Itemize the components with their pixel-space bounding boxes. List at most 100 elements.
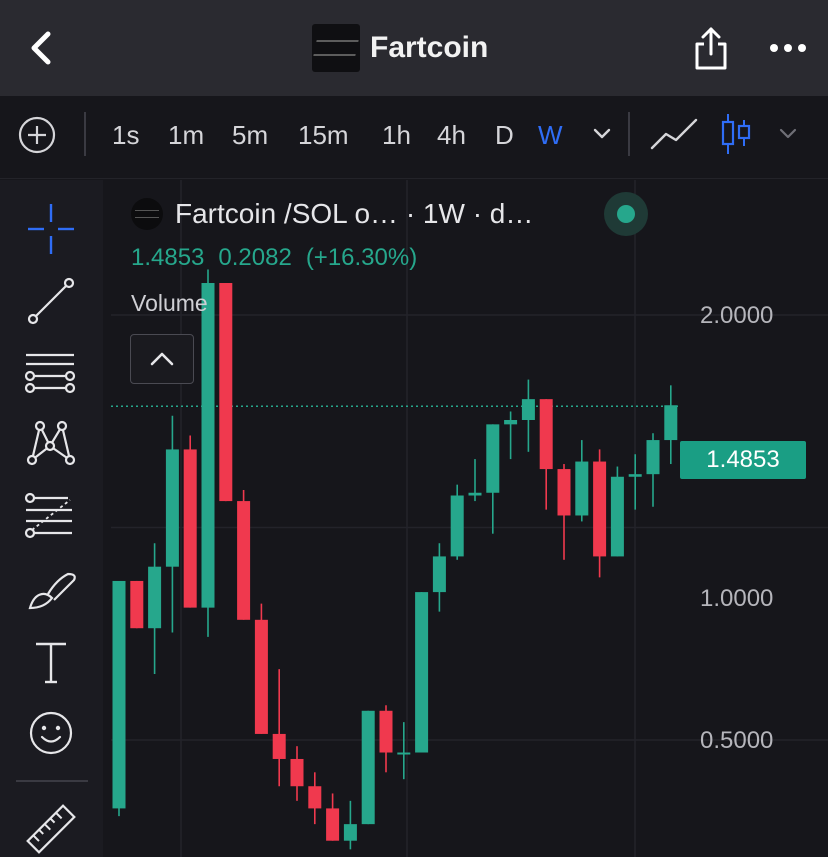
header-title-group: Fartcoin xyxy=(312,24,488,72)
last-close: 1.4853 xyxy=(131,244,205,271)
interval-15m[interactable]: 15m xyxy=(298,120,349,151)
interval-4h[interactable]: 4h xyxy=(437,120,466,151)
candle-body xyxy=(557,469,571,516)
y-axis-tick: 0.5000 xyxy=(700,727,774,754)
interval-1m[interactable]: 1m xyxy=(168,120,204,151)
last-price-tag: 1.4853 xyxy=(680,441,806,479)
candle-body xyxy=(379,710,393,753)
symbol-title: Fartcoin /SOL o… · 1W · d… xyxy=(175,198,534,229)
more-horizontal-icon xyxy=(770,44,806,52)
candle-body xyxy=(415,592,429,753)
add-indicator-icon xyxy=(18,116,56,154)
candle-body xyxy=(468,492,482,496)
chevron-down-icon xyxy=(779,128,797,139)
emoji-tool[interactable] xyxy=(24,706,78,760)
text-tool[interactable] xyxy=(24,636,78,690)
crosshair-icon xyxy=(28,204,74,254)
ruler-tool[interactable] xyxy=(24,802,78,856)
candle-body xyxy=(628,474,642,477)
candle-body xyxy=(432,556,446,593)
page-title: Fartcoin xyxy=(370,31,489,64)
tools-divider xyxy=(16,780,88,782)
chart-toolbar: 1s 1m 5m 15m 1h 4h D W xyxy=(0,96,828,179)
candle-body xyxy=(646,440,660,475)
crosshair-tool[interactable] xyxy=(24,202,78,256)
emoji-icon xyxy=(29,711,73,755)
y-axis-tick: 1.0000 xyxy=(700,585,774,612)
candle-body xyxy=(575,461,589,516)
horizontal-lines-icon xyxy=(24,353,76,394)
chevron-left-icon xyxy=(31,31,51,65)
price-change-readout: 1.4853 0.2082 (+16.30%) xyxy=(131,244,431,272)
drawing-tools-panel xyxy=(0,180,103,857)
symbol-logo xyxy=(131,198,163,230)
volume-indicator-label[interactable]: Volume xyxy=(131,290,208,317)
y-axis-tick: 2.0000 xyxy=(700,302,774,329)
interval-1h[interactable]: 1h xyxy=(382,120,411,151)
more-button[interactable] xyxy=(768,30,808,66)
fib-retracement-icon xyxy=(24,492,72,539)
interval-1s[interactable]: 1s xyxy=(112,120,139,151)
candle-body xyxy=(148,566,162,629)
toolbar-divider xyxy=(84,112,86,156)
candle-body xyxy=(361,710,375,825)
candles-icon xyxy=(721,114,751,154)
chevron-up-icon xyxy=(150,352,174,366)
candle-body xyxy=(397,752,411,755)
chart-type-line-button[interactable] xyxy=(650,116,698,152)
ruler-icon xyxy=(26,804,76,854)
candle-body xyxy=(272,733,286,759)
line-chart-icon xyxy=(650,118,698,150)
brush-icon xyxy=(28,572,76,610)
candle-body xyxy=(326,808,340,841)
candle-body xyxy=(201,283,215,608)
change-abs: 0.2082 xyxy=(218,244,292,271)
market-status-indicator[interactable] xyxy=(604,192,648,236)
candle-body xyxy=(254,619,268,734)
interval-menu-button[interactable] xyxy=(592,126,612,142)
candle-body xyxy=(486,424,500,493)
trend-line-icon xyxy=(27,277,75,325)
candle-body xyxy=(130,580,144,629)
chart-area[interactable] xyxy=(111,180,828,857)
candle-body xyxy=(664,405,678,441)
back-button[interactable] xyxy=(22,28,62,68)
interval-d[interactable]: D xyxy=(495,120,514,151)
chart-type-menu-button[interactable] xyxy=(778,126,798,142)
candle-body xyxy=(165,449,179,567)
brush-tool[interactable] xyxy=(24,564,78,618)
candle-body xyxy=(183,449,197,608)
fib-retracement-tool[interactable] xyxy=(24,490,78,544)
candle-body xyxy=(219,283,233,502)
change-pct: (+16.30%) xyxy=(305,244,418,271)
chart-legend[interactable]: Fartcoin /SOL o… · 1W · d… xyxy=(131,196,533,232)
text-tool-icon xyxy=(36,642,66,684)
candle-body xyxy=(610,476,624,557)
toolbar-divider xyxy=(628,112,630,156)
candle-body xyxy=(539,399,553,470)
pattern-icon xyxy=(26,420,76,466)
add-indicator-button[interactable] xyxy=(18,116,56,154)
top-bar: Fartcoin xyxy=(0,0,828,96)
candle-body xyxy=(504,419,518,425)
fartcoin-logo xyxy=(312,24,360,72)
candle-body xyxy=(521,399,535,420)
candle-body xyxy=(450,495,464,557)
share-icon xyxy=(695,27,727,70)
candle-body xyxy=(237,501,251,620)
pattern-tool[interactable] xyxy=(24,416,78,470)
candle-body xyxy=(343,824,357,841)
candle-body xyxy=(593,461,607,557)
interval-w[interactable]: W xyxy=(538,120,563,151)
collapse-legend-button[interactable] xyxy=(130,334,194,384)
candle-body xyxy=(112,580,126,809)
candle-body xyxy=(308,786,322,809)
horizontal-lines-tool[interactable] xyxy=(24,346,78,400)
chevron-down-icon xyxy=(593,128,611,139)
interval-5m[interactable]: 5m xyxy=(232,120,268,151)
trend-line-tool[interactable] xyxy=(24,274,78,328)
candle-body xyxy=(290,758,304,787)
chart-type-candles-button[interactable] xyxy=(720,112,752,156)
candlestick-chart xyxy=(111,180,828,857)
share-button[interactable] xyxy=(690,24,732,72)
